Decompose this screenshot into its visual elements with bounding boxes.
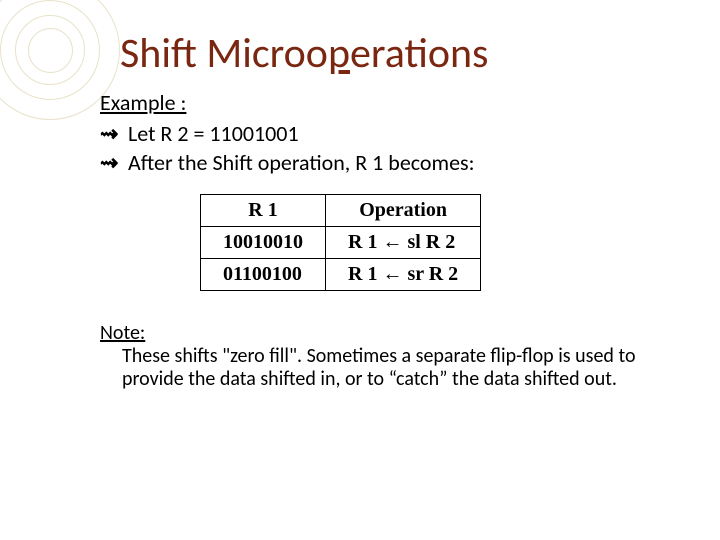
example-line-1: Let R 2 = 11001001: [128, 120, 299, 147]
table-header-operation: Operation: [326, 195, 481, 227]
shift-table: R 1 Operation 10010010 R 1 ← sl R 2 0110…: [200, 194, 680, 291]
bullet-icon: ⇝: [100, 150, 128, 176]
example-line-2: After the Shift operation, R 1 becomes:: [128, 149, 475, 176]
title-underlined-letter: p: [328, 28, 350, 79]
table-header-r1: R 1: [201, 195, 326, 227]
slide-content: Shift Microoperations Example : ⇝Let R 2…: [0, 0, 720, 411]
note-body: These shifts "zero fill". Sometimes a se…: [122, 345, 680, 391]
cell-operation: R 1 ← sr R 2: [326, 259, 481, 291]
cell-r1-value: 10010010: [201, 227, 326, 259]
example-bullet-1: ⇝Let R 2 = 11001001: [100, 120, 680, 147]
example-section: Example : ⇝Let R 2 = 11001001 ⇝After the…: [100, 89, 680, 176]
table-row: 10010010 R 1 ← sl R 2: [201, 227, 481, 259]
table-row: 01100100 R 1 ← sr R 2: [201, 259, 481, 291]
bullet-icon: ⇝: [100, 121, 128, 147]
cell-r1-value: 01100100: [201, 259, 326, 291]
example-bullet-2: ⇝After the Shift operation, R 1 becomes:: [100, 149, 680, 176]
cell-operation: R 1 ← sl R 2: [326, 227, 481, 259]
title-word-2a: Microo: [206, 28, 328, 79]
table-header-row: R 1 Operation: [201, 195, 481, 227]
slide-title: Shift Microoperations: [120, 28, 680, 79]
example-heading: Example :: [100, 89, 680, 116]
title-word-1: Shift: [120, 28, 197, 79]
title-word-2b: erations: [350, 28, 488, 79]
note-section: Note: These shifts "zero fill". Sometime…: [100, 321, 680, 391]
note-heading: Note:: [100, 321, 680, 345]
